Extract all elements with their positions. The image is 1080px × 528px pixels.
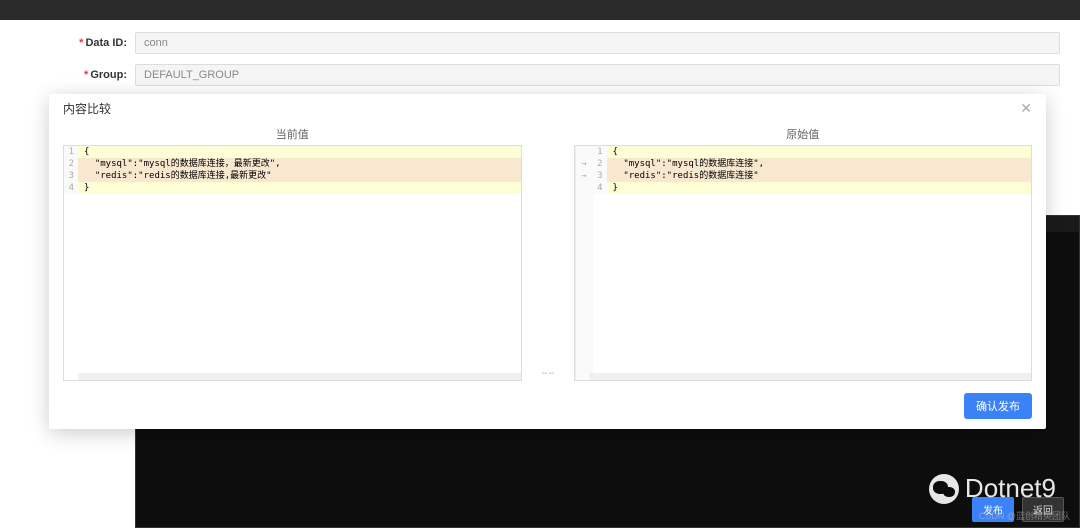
current-editor[interactable]: 1{ 2 "mysql":"mysql的数据库连接，最新更改", 3 "redi… bbox=[63, 145, 522, 381]
current-side: 当前值 1{ 2 "mysql":"mysql的数据库连接，最新更改", 3 "… bbox=[63, 123, 522, 381]
data-id-input[interactable] bbox=[135, 32, 1060, 54]
original-side: 原始值 →→ 1{ 2 "mysql":"mysql的数据库连接", 3 "re… bbox=[574, 123, 1033, 381]
modal-title: 内容比较 bbox=[63, 100, 111, 117]
data-id-label: *Data ID: bbox=[20, 37, 135, 49]
app-top-bar bbox=[0, 0, 1080, 20]
group-label: *Group: bbox=[20, 69, 135, 81]
modal-footer: 确认发布 bbox=[49, 381, 1046, 429]
group-input[interactable] bbox=[135, 64, 1060, 86]
splitter-handle-icon: ⇔⇔ bbox=[541, 368, 555, 377]
data-id-row: *Data ID: bbox=[20, 32, 1060, 54]
compare-modal: 内容比较 ✕ 当前值 1{ 2 "mysql":"mysql的数据库连接，最新更… bbox=[49, 94, 1046, 429]
back-button[interactable]: 返回 bbox=[1022, 497, 1064, 522]
diff-splitter[interactable]: ⇔⇔ bbox=[528, 123, 568, 381]
diff-container: 当前值 1{ 2 "mysql":"mysql的数据库连接，最新更改", 3 "… bbox=[49, 123, 1046, 381]
original-editor[interactable]: →→ 1{ 2 "mysql":"mysql的数据库连接", 3 "redis"… bbox=[574, 145, 1033, 381]
close-icon[interactable]: ✕ bbox=[1020, 100, 1032, 117]
scrollbar[interactable] bbox=[589, 373, 1032, 380]
scrollbar[interactable] bbox=[78, 373, 521, 380]
page-footer-actions: 发布 返回 bbox=[972, 497, 1064, 522]
group-row: *Group: bbox=[20, 64, 1060, 86]
diff-gutter: →→ bbox=[575, 146, 593, 380]
original-title: 原始值 bbox=[574, 123, 1033, 145]
publish-button[interactable]: 发布 bbox=[972, 497, 1014, 522]
modal-header: 内容比较 ✕ bbox=[49, 94, 1046, 123]
confirm-publish-button[interactable]: 确认发布 bbox=[964, 393, 1032, 419]
current-title: 当前值 bbox=[63, 123, 522, 145]
